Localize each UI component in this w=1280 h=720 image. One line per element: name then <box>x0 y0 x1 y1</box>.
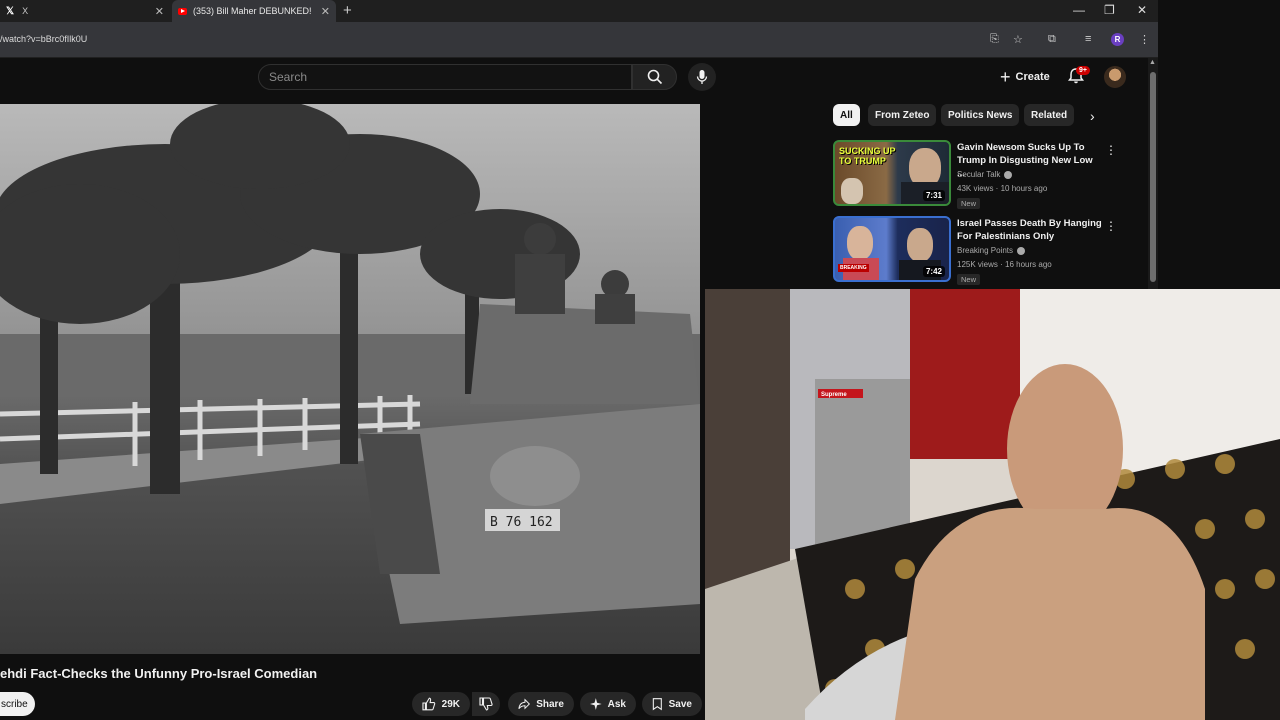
video-thumbnail[interactable]: BREAKING 7:42 <box>833 216 951 282</box>
ask-button[interactable]: Ask <box>580 692 636 716</box>
maximize-button[interactable]: ❐ <box>1104 3 1115 17</box>
voice-search-button[interactable] <box>688 63 716 91</box>
video-duration: 7:42 <box>922 266 945 277</box>
minimize-button[interactable]: — <box>1073 3 1085 17</box>
channel-name[interactable]: Secular Talk <box>957 170 1013 179</box>
install-app-icon[interactable]: ⎘ <box>990 33 999 46</box>
chevron-right-icon[interactable]: › <box>1090 108 1095 124</box>
more-options-icon[interactable]: ⋮ <box>1105 143 1117 157</box>
screen: 𝕏 X ✕ (353) Bill Maher DEBUNKED! M ✕ + —… <box>0 0 1280 720</box>
channel-name-text: Breaking Points <box>957 246 1014 255</box>
chip-from-zeteo[interactable]: From Zeteo <box>868 104 937 126</box>
video-meta: 125K views · 16 hours ago <box>957 260 1052 269</box>
tab-close-icon[interactable]: ✕ <box>321 5 330 18</box>
user-avatar[interactable] <box>1104 66 1126 88</box>
sparkle-icon <box>590 698 602 710</box>
recommended-title[interactable]: Israel Passes Death By Hanging For Pales… <box>957 217 1102 243</box>
video-duration: 7:31 <box>922 190 945 201</box>
notification-count-badge: 9+ <box>1076 66 1090 75</box>
thumbs-up-icon <box>422 697 436 711</box>
create-label: Create <box>1015 71 1050 83</box>
extensions-icon[interactable]: ⧉ <box>1048 33 1056 46</box>
recommended-video[interactable]: SUCKING UP TO TRUMP 7:31 Gavin Newsom Su… <box>833 140 1153 210</box>
tab-x-title: X <box>22 6 29 16</box>
share-label: Share <box>536 698 564 710</box>
new-tab-button[interactable]: + <box>343 2 352 19</box>
like-button[interactable]: 29K <box>412 692 470 716</box>
create-button[interactable]: + Create <box>992 64 1058 90</box>
verified-check-icon <box>1004 170 1013 179</box>
search-button[interactable] <box>632 64 677 90</box>
plus-icon: + <box>1000 66 1011 87</box>
browser-profile-avatar[interactable]: R <box>1111 33 1124 46</box>
breaking-label: BREAKING <box>838 264 869 272</box>
fridge-sticker-text: Supreme <box>821 392 847 398</box>
tab-youtube-title: (353) Bill Maher DEBUNKED! M <box>193 6 311 16</box>
video-player[interactable]: B 76 162 <box>0 104 700 654</box>
channel-name-text: Secular Talk <box>957 170 1001 179</box>
channel-name[interactable]: Breaking Points <box>957 246 1026 255</box>
media-controls-icon[interactable]: ≡ <box>1085 33 1091 45</box>
verified-check-icon <box>1017 246 1026 255</box>
microphone-icon <box>696 70 708 84</box>
share-button[interactable]: Share <box>508 692 574 716</box>
save-button[interactable]: Save <box>642 692 702 716</box>
webcam-overlay: Supreme <box>705 289 1280 720</box>
search-box <box>258 64 632 90</box>
more-options-icon[interactable]: ⋮ <box>1105 219 1117 233</box>
subscribe-button[interactable]: scribe <box>0 692 35 716</box>
new-badge: New <box>957 274 981 285</box>
search-input[interactable] <box>259 65 631 89</box>
webcam-scene: Supreme <box>705 289 1280 720</box>
close-window-button[interactable]: ✕ <box>1137 3 1147 17</box>
video-thumbnail[interactable]: SUCKING UP TO TRUMP 7:31 <box>833 140 951 206</box>
chip-politics-news[interactable]: Politics News <box>941 104 1020 126</box>
new-badge: New <box>957 198 981 209</box>
video-frame: B 76 162 <box>0 104 700 654</box>
x-logo-icon: 𝕏 <box>6 5 15 17</box>
youtube-header: + Create 9+ <box>0 58 1158 104</box>
video-title: ehdi Fact-Checks the Unfunny Pro-Israel … <box>0 666 318 681</box>
scroll-up-arrow-icon[interactable]: ▲ <box>1149 59 1156 66</box>
video-meta: 43K views · 10 hours ago <box>957 184 1048 193</box>
chip-related[interactable]: Related <box>1024 104 1075 126</box>
recommended-video[interactable]: BREAKING 7:42 Israel Passes Death By Han… <box>833 216 1153 286</box>
thumbnail-inset-face <box>841 178 863 204</box>
like-count: 29K <box>441 698 460 710</box>
dislike-button[interactable] <box>472 692 500 716</box>
address-bar: /watch?v=bBrc0fIlk0U ⎘ ☆ ⧉ ≡ R ⋮ <box>0 22 1158 58</box>
save-label: Save <box>668 698 692 710</box>
tank-plate-text: B 76 162 <box>490 515 553 530</box>
url-field[interactable]: /watch?v=bBrc0fIlk0U <box>0 34 87 44</box>
browser-menu-icon[interactable]: ⋮ <box>1139 33 1150 46</box>
tab-x[interactable]: 𝕏 X ✕ <box>0 0 170 22</box>
browser-tabbar: 𝕏 X ✕ (353) Bill Maher DEBUNKED! M ✕ + —… <box>0 0 1158 22</box>
thumbnail-face <box>847 226 873 260</box>
chip-all[interactable]: All <box>833 104 860 126</box>
share-icon <box>518 698 531 710</box>
bookmark-icon <box>652 698 662 711</box>
youtube-favicon-icon <box>178 7 187 15</box>
search-icon <box>647 69 662 85</box>
ask-label: Ask <box>607 698 626 710</box>
bookmark-star-icon[interactable]: ☆ <box>1013 33 1023 46</box>
tab-youtube[interactable]: (353) Bill Maher DEBUNKED! M ✕ <box>172 0 336 22</box>
thumbs-down-icon <box>479 697 493 711</box>
tab-close-icon[interactable]: ✕ <box>155 5 164 18</box>
thumbnail-face <box>907 228 933 262</box>
thumbnail-caption: SUCKING UP TO TRUMP <box>839 146 896 166</box>
